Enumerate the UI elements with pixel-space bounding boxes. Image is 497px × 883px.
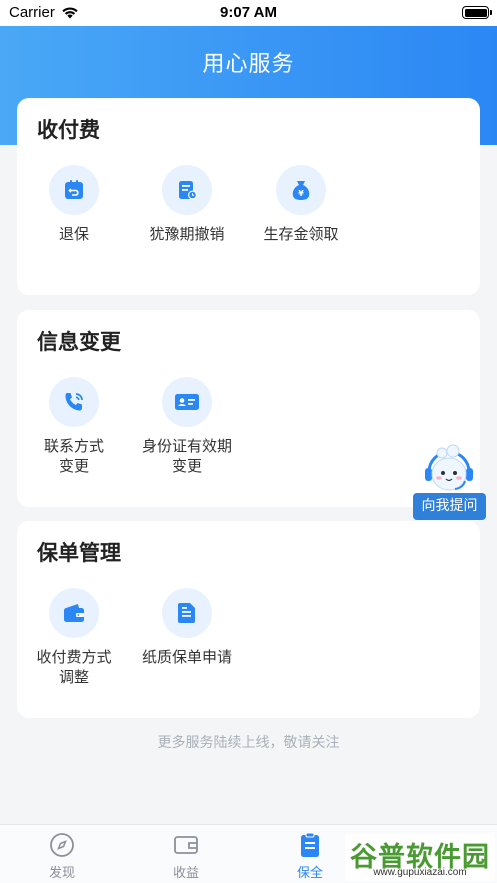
cooling-off-cancel-icon [162,165,212,215]
tab-label: 发现 [48,866,75,881]
compass-icon [17,831,107,859]
section-title: 保单管理 [37,541,121,565]
footer-note: 更多服务陆续上线，敬请关注 [157,735,340,751]
assistant-float-button[interactable]: 向我提问 [413,444,486,520]
service-item-label: 身份证有效期 变更 [141,437,232,475]
section-title: 信息变更 [37,330,121,354]
id-card-icon [162,377,212,427]
service-item-cooling-off-cancel[interactable]: 犹豫期撤销 [130,165,244,244]
section-card-payment: 收付费 退保 犹豫期撤销 ¥ 生存金领取 [17,98,480,295]
status-bar: Carrier 9:07 AM [0,0,497,26]
service-item-label: 犹豫期撤销 [149,225,225,243]
battery-icon [462,6,492,19]
tab-label: 保全 [296,866,323,881]
service-item-payment-method[interactable]: 收付费方式 调整 [17,588,131,687]
tab-label: 收益 [172,866,199,881]
status-time: 9:07 AM [220,4,277,21]
service-item-label: 生存金领取 [263,225,339,243]
service-item-contact-change[interactable]: 联系方式 变更 [17,377,131,476]
service-item-label: 联系方式 变更 [43,437,104,475]
section-card-policy-management: 保单管理 收付费方式 调整 纸质保单申请 [17,521,480,718]
assistant-ask-label: 向我提问 [413,493,486,520]
watermark-url: www.gupuxiazai.com [373,867,467,878]
assistant-mascot-icon [425,444,473,491]
section-title: 收付费 [37,118,100,142]
section-card-info-change: 信息变更 联系方式 变更 身份证有效期 变更 [17,310,480,507]
phone-icon [49,377,99,427]
service-item-surrender[interactable]: 退保 [17,165,131,244]
tab-earnings[interactable]: 收益 [141,831,231,881]
svg-text:¥: ¥ [298,189,304,198]
service-item-id-validity-change[interactable]: 身份证有效期 变更 [130,377,244,476]
clipboard-icon [265,831,355,859]
return-policy-icon [49,165,99,215]
service-item-paper-policy[interactable]: 纸质保单申请 [130,588,244,667]
tab-discover[interactable]: 发现 [17,831,107,881]
wallet-outline-icon [141,831,231,859]
service-item-label: 退保 [58,225,89,243]
service-item-survival-benefit[interactable]: ¥ 生存金领取 [244,165,358,244]
wallet-icon [49,588,99,638]
document-icon [162,588,212,638]
service-item-label: 收付费方式 调整 [36,648,112,686]
service-item-label: 纸质保单申请 [141,648,232,666]
tab-preservation[interactable]: 保全 [265,831,355,881]
money-bag-icon: ¥ [276,165,326,215]
page-title: 用心服务 [202,52,295,77]
watermark: 谷普软件园 www.gupuxiazai.com [345,834,495,881]
